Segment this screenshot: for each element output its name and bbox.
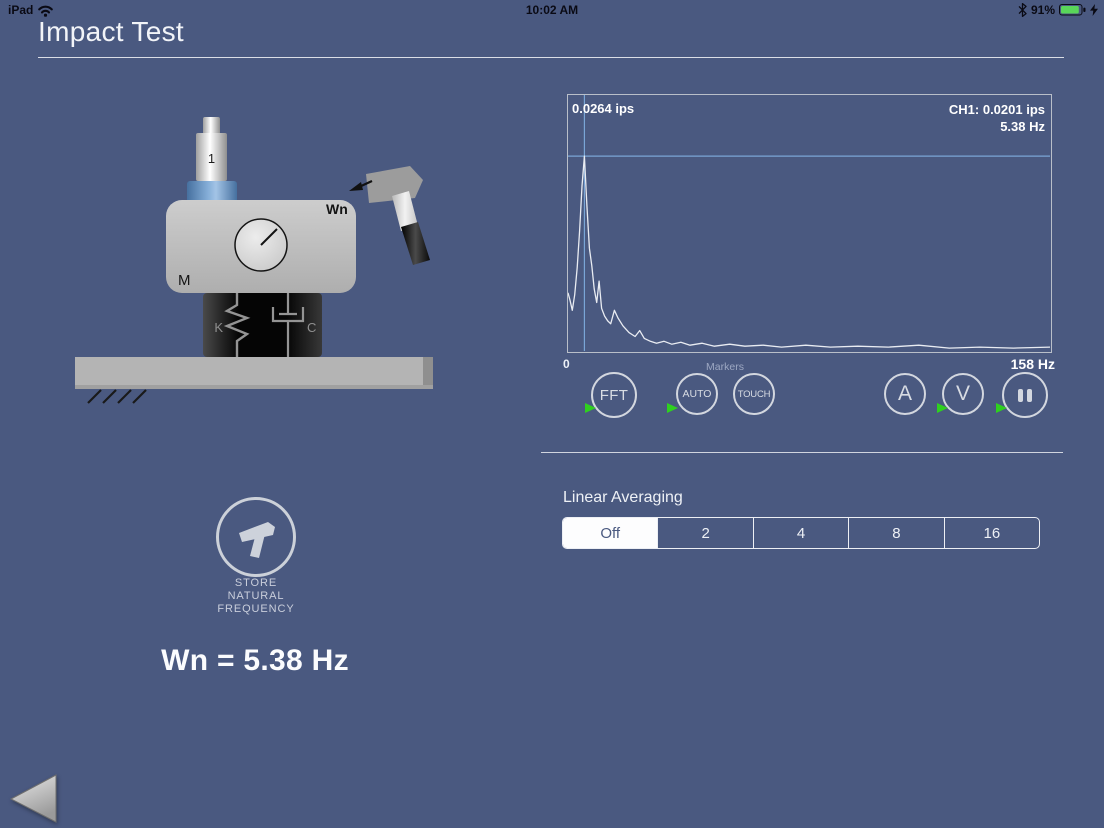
segment-option-2[interactable]: 2 [658,518,754,548]
status-clock: 10:02 AM [525,3,579,17]
marker-frequency-label: 5.38 Hz [1000,119,1045,134]
store-label-line1: STORE [234,577,278,589]
title-underline [38,57,1064,58]
markers-group-label: Markers [706,361,744,373]
hammer-illustration [366,166,430,265]
linear-averaging-segmented-control: Off 2 4 8 16 [562,517,1040,549]
mass-label: M [178,272,191,289]
battery-percent-label: 91% [1030,3,1055,17]
touch-button-label: TOUCH [737,388,771,400]
section-divider [541,452,1063,453]
base-plate [75,357,433,389]
status-right: 91% [1018,3,1098,17]
pause-button[interactable] [1002,372,1048,418]
store-label-line2: NATURAL [227,590,285,602]
pause-icon [1018,388,1032,402]
charging-bolt-icon [1090,4,1098,16]
bluetooth-icon [1018,3,1027,17]
natural-frequency-readout: Wn = 5.38 Hz [161,644,349,677]
marker-readout: CH1: 0.0201 ips 5.38 Hz [949,101,1045,135]
fft-active-indicator-icon [585,403,596,413]
touch-markers-button[interactable]: TOUCH [733,373,775,415]
sensor-number-label: 1 [208,151,215,166]
fft-button[interactable]: FFT [591,372,637,418]
segment-option-8[interactable]: 8 [849,518,945,548]
back-arrow-icon [9,774,57,823]
store-natural-frequency-button[interactable] [216,497,296,577]
hammer-icon [239,522,275,558]
store-button-label: STORE NATURAL FREQUENCY [166,577,346,616]
back-button[interactable] [8,770,60,824]
acceleration-units-button[interactable]: A [884,373,926,415]
y-full-scale-label: 0.0264 ips [572,101,635,116]
ground-hatching [87,389,147,404]
linear-averaging-label: Linear Averaging [563,489,683,506]
segment-option-off[interactable]: Off [563,518,659,548]
fft-button-label: FFT [599,386,629,404]
velocity-units-button[interactable]: V [942,373,984,415]
natural-frequency-label: Wn [326,201,348,217]
velocity-button-label: V [955,382,970,405]
acceleration-button-label: A [897,382,912,405]
marker-amplitude-label: CH1: 0.0201 ips [948,102,1045,117]
velocity-active-indicator-icon [937,403,948,413]
segment-option-4[interactable]: 4 [754,518,850,548]
spring-label: K [214,320,223,335]
auto-active-indicator-icon [667,403,678,413]
machine-illustration: K C 1 M Wn [75,117,433,404]
store-label-line3: FREQUENCY [217,603,295,615]
spectrum-trace [568,155,1050,349]
pause-active-indicator-icon [996,403,1007,413]
segment-option-16[interactable]: 16 [945,518,1039,548]
battery-icon [1059,4,1086,16]
auto-button-label: AUTO [682,388,712,400]
page-title: Impact Test [38,16,184,47]
auto-markers-button[interactable]: AUTO [676,373,718,415]
sensor-mount [187,181,237,203]
damper-label: C [307,320,316,335]
x-axis-max-label: 158 Hz [1010,356,1055,372]
x-axis-min-label: 0 [563,357,570,371]
